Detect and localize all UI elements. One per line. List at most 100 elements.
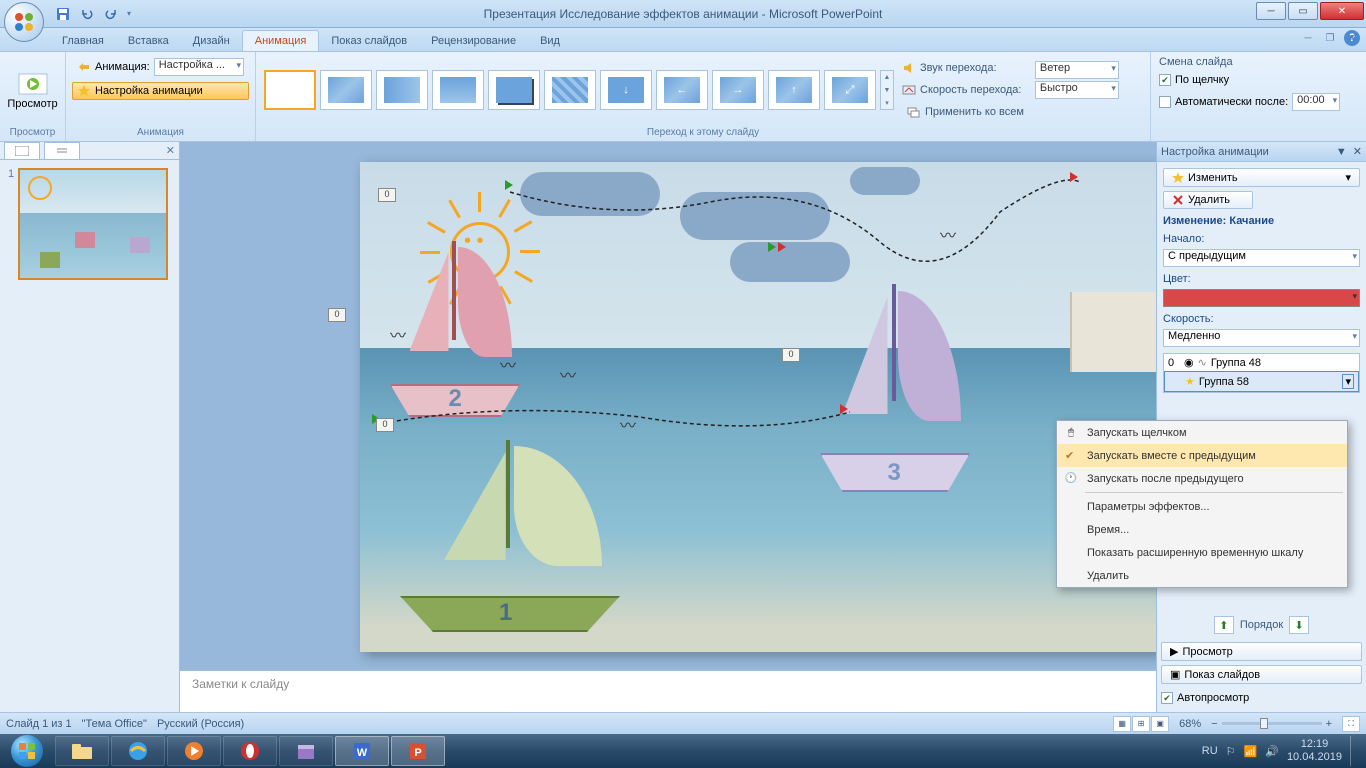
tray-action-icon[interactable]: ⚐: [1226, 745, 1236, 758]
doc-restore-button[interactable]: ❐: [1320, 30, 1340, 46]
color-dropdown[interactable]: [1163, 289, 1360, 307]
change-effect-button[interactable]: Изменить▾: [1163, 168, 1360, 187]
minimize-button[interactable]: ─: [1256, 2, 1286, 20]
speed-dropdown[interactable]: Быстро: [1035, 81, 1119, 99]
auto-time-input[interactable]: 00:00: [1292, 93, 1340, 111]
transition-item[interactable]: ←: [656, 70, 708, 110]
boat-2[interactable]: 2: [390, 307, 520, 417]
slides-tab[interactable]: [4, 142, 40, 159]
show-desktop-button[interactable]: [1350, 736, 1358, 766]
taskpane-menu-icon[interactable]: ▼: [1336, 146, 1347, 158]
transition-item[interactable]: [376, 70, 428, 110]
zoom-out-button[interactable]: −: [1211, 718, 1217, 730]
tab-design[interactable]: Дизайн: [181, 31, 242, 51]
reorder-down-button[interactable]: ⬇: [1289, 616, 1309, 634]
clock-icon: ◉: [1184, 356, 1194, 369]
ctx-start-with-previous[interactable]: Запускать вместе с предыдущим: [1057, 444, 1347, 467]
panel-close-icon[interactable]: ✕: [166, 144, 175, 157]
transition-item[interactable]: →: [712, 70, 764, 110]
redo-icon[interactable]: [100, 3, 122, 25]
status-bar: Слайд 1 из 1 "Тема Office" Русский (Росс…: [0, 712, 1366, 734]
slideshow-view-button[interactable]: ▣: [1151, 716, 1169, 732]
taskbar-media[interactable]: [167, 736, 221, 766]
boat-3[interactable]: 3: [820, 362, 970, 492]
tab-home[interactable]: Главная: [50, 31, 116, 51]
start-dropdown[interactable]: С предыдущим: [1163, 249, 1360, 267]
sorter-view-button[interactable]: ⊞: [1132, 716, 1150, 732]
ctx-start-on-click[interactable]: 🖱Запускать щелчком: [1057, 421, 1347, 444]
slide-thumbnail[interactable]: [18, 168, 168, 280]
fit-window-button[interactable]: ⛶: [1342, 716, 1360, 732]
transition-none[interactable]: [264, 70, 316, 110]
tray-volume-icon[interactable]: 🔊: [1265, 745, 1279, 758]
status-language[interactable]: Русский (Россия): [157, 718, 244, 730]
taskbar-powerpoint[interactable]: P: [391, 736, 445, 766]
slide-canvas[interactable]: • • ‿ 〰〰〰〰〰 1: [360, 162, 1160, 652]
tab-view[interactable]: Вид: [528, 31, 572, 51]
autopreview-checkbox[interactable]: ✔: [1161, 692, 1173, 704]
group-preview: Просмотр: [4, 126, 61, 139]
transition-item[interactable]: [488, 70, 540, 110]
taskbar-explorer[interactable]: [55, 736, 109, 766]
on-click-checkbox[interactable]: ✔: [1159, 74, 1171, 86]
undo-icon[interactable]: [76, 3, 98, 25]
anim-marker[interactable]: 0: [328, 308, 346, 322]
item-dropdown-icon[interactable]: ▾: [1342, 374, 1354, 389]
start-button[interactable]: [0, 734, 54, 768]
ctx-remove[interactable]: Удалить: [1057, 564, 1347, 587]
ctx-show-timeline[interactable]: Показать расширенную временную шкалу: [1057, 541, 1347, 564]
ctx-start-after-previous[interactable]: 🕐Запускать после предыдущего: [1057, 467, 1347, 490]
apply-all-button[interactable]: Применить ко всем: [902, 102, 1029, 122]
doc-close-button[interactable]: ✕: [1342, 30, 1362, 46]
play-button[interactable]: ▶Просмотр: [1161, 642, 1362, 661]
transition-item[interactable]: [320, 70, 372, 110]
preview-button[interactable]: Просмотр: [4, 67, 61, 113]
close-button[interactable]: ✕: [1320, 2, 1364, 20]
taskbar-ie[interactable]: [111, 736, 165, 766]
anim-marker[interactable]: 0: [782, 348, 800, 362]
reorder-up-button[interactable]: ⬆: [1214, 616, 1234, 634]
zoom-slider[interactable]: [1222, 722, 1322, 725]
transition-item[interactable]: [432, 70, 484, 110]
taskbar-opera[interactable]: [223, 736, 277, 766]
transition-item[interactable]: [544, 70, 596, 110]
ctx-effect-options[interactable]: Параметры эффектов...: [1057, 495, 1347, 518]
transition-item[interactable]: ⤢: [824, 70, 876, 110]
sound-dropdown[interactable]: Ветер: [1035, 61, 1119, 79]
auto-after-checkbox[interactable]: [1159, 96, 1171, 108]
remove-effect-button[interactable]: Удалить: [1163, 191, 1253, 209]
ctx-timing[interactable]: Время...: [1057, 518, 1347, 541]
zoom-percent[interactable]: 68%: [1179, 718, 1201, 730]
save-icon[interactable]: [52, 3, 74, 25]
maximize-button[interactable]: ▭: [1288, 2, 1318, 20]
tab-animation[interactable]: Анимация: [242, 30, 320, 51]
transition-item[interactable]: ↓: [600, 70, 652, 110]
boat-1[interactable]: 1: [400, 512, 620, 632]
star-icon: ★: [1185, 375, 1195, 388]
anim-marker[interactable]: 0: [378, 188, 396, 202]
qat-dropdown-icon[interactable]: ▾: [124, 3, 134, 25]
taskpane-close-icon[interactable]: ✕: [1353, 145, 1362, 158]
animation-list-item[interactable]: ★ Группа 58 ▾: [1164, 371, 1359, 392]
anim-marker[interactable]: 0: [376, 418, 394, 432]
tab-review[interactable]: Рецензирование: [419, 31, 528, 51]
normal-view-button[interactable]: ▦: [1113, 716, 1131, 732]
tray-network-icon[interactable]: 📶: [1244, 745, 1258, 758]
gallery-scroll[interactable]: ▲▼▾: [880, 70, 894, 110]
outline-tab[interactable]: [44, 142, 80, 159]
animation-dropdown[interactable]: Анимация: Настройка ...: [72, 56, 249, 78]
effect-speed-dropdown[interactable]: Медленно: [1163, 329, 1360, 347]
tab-slideshow[interactable]: Показ слайдов: [319, 31, 419, 51]
zoom-in-button[interactable]: +: [1326, 718, 1332, 730]
animation-list-item[interactable]: 0 ◉ ∿ Группа 48: [1164, 354, 1359, 371]
doc-minimize-button[interactable]: ─: [1298, 30, 1318, 46]
taskbar-word[interactable]: W: [335, 736, 389, 766]
custom-animation-button[interactable]: Настройка анимации: [72, 82, 249, 100]
office-button[interactable]: [4, 2, 44, 42]
slideshow-button[interactable]: ▣Показ слайдов: [1161, 665, 1362, 684]
tray-clock[interactable]: 12:19 10.04.2019: [1287, 738, 1342, 764]
tray-language[interactable]: RU: [1202, 745, 1218, 757]
taskbar-winrar[interactable]: [279, 736, 333, 766]
tab-insert[interactable]: Вставка: [116, 31, 181, 51]
transition-item[interactable]: ↑: [768, 70, 820, 110]
